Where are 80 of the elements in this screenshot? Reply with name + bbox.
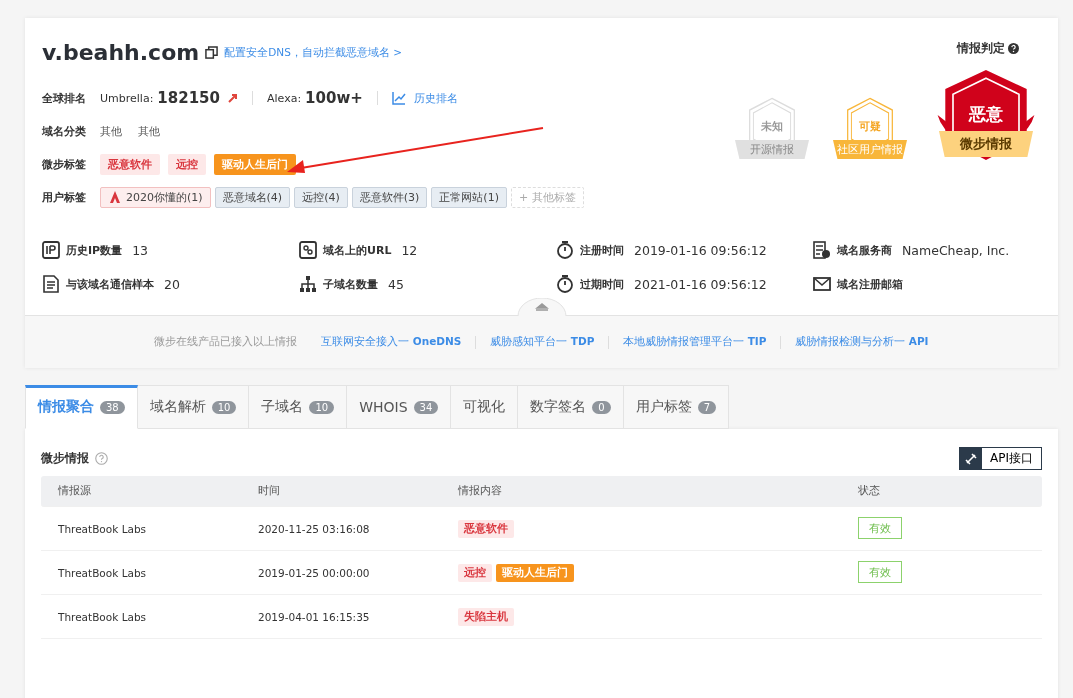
alexa-rank: 100w+ xyxy=(305,89,363,107)
umbrella-rank: 182150 xyxy=(157,89,220,107)
section-title: 微步情报 xyxy=(41,450,89,467)
category-value: 其他 xyxy=(138,123,160,139)
column-header: 状态 xyxy=(858,484,881,498)
help-icon[interactable] xyxy=(1008,43,1019,54)
chart-icon[interactable] xyxy=(391,91,406,105)
stat-value: 2019-01-16 09:56:12 xyxy=(634,242,767,258)
tab[interactable]: 域名解析 10 xyxy=(137,385,250,429)
table-cell-text: 2020-11-25 03:16:08 xyxy=(258,522,371,535)
category-value: 其他 xyxy=(100,123,122,139)
tree-icon xyxy=(299,275,317,293)
stat-label: 域名上的URL xyxy=(323,242,392,258)
field-label: 用户标签 xyxy=(42,189,87,205)
source-label: 社区用户情报 xyxy=(833,140,907,159)
server-icon xyxy=(813,241,831,259)
column-header: 时间 xyxy=(258,484,281,498)
user-tag[interactable]: 远控(4) xyxy=(294,186,348,208)
column-header: 情报源 xyxy=(58,484,92,498)
table-cell-text: 2019-01-25 00:00:00 xyxy=(258,566,371,579)
source-label: 开源情报 xyxy=(735,140,809,159)
field-label: 域名分类 xyxy=(42,123,87,139)
threat-tag: 远控 xyxy=(458,563,492,582)
stat-value: NameCheap, Inc. xyxy=(902,242,1010,258)
dns-link[interactable]: 配置安全DNS，自动拦截恶意域名 > xyxy=(224,45,402,60)
tag-logo-icon xyxy=(108,190,122,204)
verdict-label: 可疑 xyxy=(858,119,882,134)
tab[interactable]: 用户标签 7 xyxy=(623,385,730,429)
tab[interactable]: 可视化 xyxy=(451,385,519,429)
column-header: 情报内容 xyxy=(458,484,503,498)
timer-icon xyxy=(556,275,574,293)
copy-icon[interactable] xyxy=(205,46,219,59)
stat-value: 20 xyxy=(164,276,180,292)
stat-label: 过期时间 xyxy=(580,276,624,292)
timer-icon xyxy=(556,241,574,259)
umbrella-label: Umbrella: xyxy=(100,91,154,105)
collapse-button[interactable] xyxy=(517,298,567,316)
threat-tag: 失陷主机 xyxy=(458,607,514,626)
verdict-label: 恶意 xyxy=(967,103,1004,126)
stat-value: 2021-01-16 09:56:12 xyxy=(634,276,767,292)
table-cell-text: ThreatBook Labs xyxy=(58,566,148,579)
api-button[interactable]: API接口 xyxy=(959,447,1042,470)
status-badge: 有效 xyxy=(858,516,902,539)
tab[interactable]: 数字签名 0 xyxy=(518,385,624,429)
user-tag[interactable]: 恶意域名(4) xyxy=(214,186,291,208)
stat-label: 域名注册邮箱 xyxy=(837,276,903,292)
user-tag[interactable]: 2020你懂的(1) xyxy=(100,186,211,208)
alexa-label: Alexa: xyxy=(267,91,302,105)
threat-tag: 驱动人生后门 xyxy=(496,563,574,582)
status-badge: 有效 xyxy=(858,560,902,583)
trend-up-icon xyxy=(228,93,238,103)
source-label: 微步情报 xyxy=(939,131,1033,157)
threat-tag: 恶意软件 xyxy=(458,519,514,538)
stat-value: 45 xyxy=(388,276,404,292)
doc-icon xyxy=(42,275,60,293)
user-tag[interactable]: 恶意软件(3) xyxy=(351,186,428,208)
threat-tag[interactable]: 远控 xyxy=(168,153,206,175)
user-tag[interactable]: 正常网站(1) xyxy=(431,186,507,208)
stat-label: 域名服务商 xyxy=(837,242,892,258)
verdict-label: 未知 xyxy=(760,119,784,134)
stat-value: 13 xyxy=(132,242,149,258)
tab[interactable]: 子域名 10 xyxy=(249,385,348,429)
domain-name: v.beahh.com xyxy=(42,40,200,65)
tab[interactable]: WHOIS 34 xyxy=(347,385,452,429)
field-label: 微步标签 xyxy=(42,156,87,172)
table-cell-text: 2019-04-01 16:15:35 xyxy=(258,610,371,623)
stat-value: 12 xyxy=(401,242,418,258)
history-rank-link[interactable]: 历史排名 xyxy=(413,90,458,106)
field-label: 全球排名 xyxy=(42,90,87,106)
threat-tag[interactable]: 恶意软件 xyxy=(100,153,160,175)
table-cell-text: ThreatBook Labs xyxy=(58,610,148,623)
table-cell-text: ThreatBook Labs xyxy=(58,522,148,535)
verdict-title: 情报判定 xyxy=(957,40,1005,57)
stat-label: 历史IP数量 xyxy=(66,242,123,258)
stat-label: 与该域名通信样本 xyxy=(66,276,154,292)
stat-label: 子域名数量 xyxy=(323,276,378,292)
products-intro: 微步在线产品已接入以上情报 xyxy=(154,335,298,349)
mail-icon xyxy=(813,275,831,293)
ip-icon xyxy=(42,241,60,259)
stat-label: 注册时间 xyxy=(580,242,624,258)
